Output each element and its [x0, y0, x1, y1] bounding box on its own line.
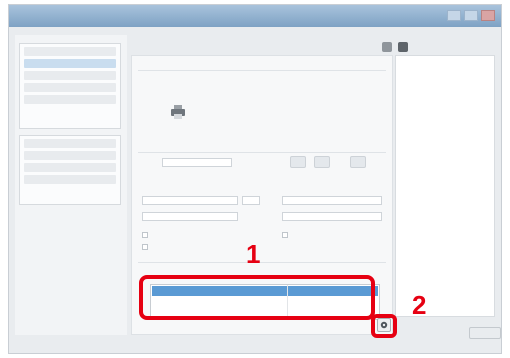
divider: [138, 152, 386, 153]
setting-field[interactable]: [282, 212, 382, 221]
nav-item[interactable]: [24, 83, 116, 92]
callout-number-1: 1: [246, 239, 261, 269]
minimize-button[interactable]: [447, 10, 461, 21]
nav-item[interactable]: [24, 139, 116, 148]
toolbar-button[interactable]: [350, 156, 366, 168]
nav-item[interactable]: [24, 71, 116, 80]
title-bar: [9, 5, 501, 27]
pane-tool-icon[interactable]: [398, 42, 408, 52]
nav-item[interactable]: [24, 175, 116, 184]
right-pane: [382, 42, 495, 317]
callout-1-highlight: [139, 275, 375, 320]
toolbar-button[interactable]: [314, 156, 330, 168]
callout-number-2: 2: [412, 290, 427, 320]
toolbar-button[interactable]: [290, 156, 306, 168]
setting-spinner[interactable]: [242, 196, 260, 205]
nav-item[interactable]: [24, 95, 116, 104]
divider: [138, 262, 386, 263]
text-field[interactable]: [162, 158, 232, 167]
nav-group-bottom: [19, 135, 121, 205]
printer-icon: [171, 105, 185, 119]
maximize-button[interactable]: [464, 10, 478, 21]
nav-item[interactable]: [24, 163, 116, 172]
left-pane: [15, 35, 127, 335]
setting-field[interactable]: [282, 196, 382, 205]
close-button[interactable]: [481, 10, 495, 21]
callout-2-highlight: [371, 314, 397, 338]
ok-button[interactable]: [469, 327, 501, 339]
setting-field[interactable]: [142, 212, 238, 221]
option-checkbox[interactable]: [282, 232, 288, 238]
nav-group-top: [19, 43, 121, 129]
nav-item-selected[interactable]: [24, 59, 116, 68]
option-checkbox[interactable]: [142, 232, 148, 238]
option-checkbox[interactable]: [142, 244, 148, 250]
nav-item[interactable]: [24, 47, 116, 56]
setting-field[interactable]: [142, 196, 238, 205]
pane-tool-icon[interactable]: [382, 42, 392, 52]
nav-item[interactable]: [24, 151, 116, 160]
divider: [138, 70, 386, 71]
